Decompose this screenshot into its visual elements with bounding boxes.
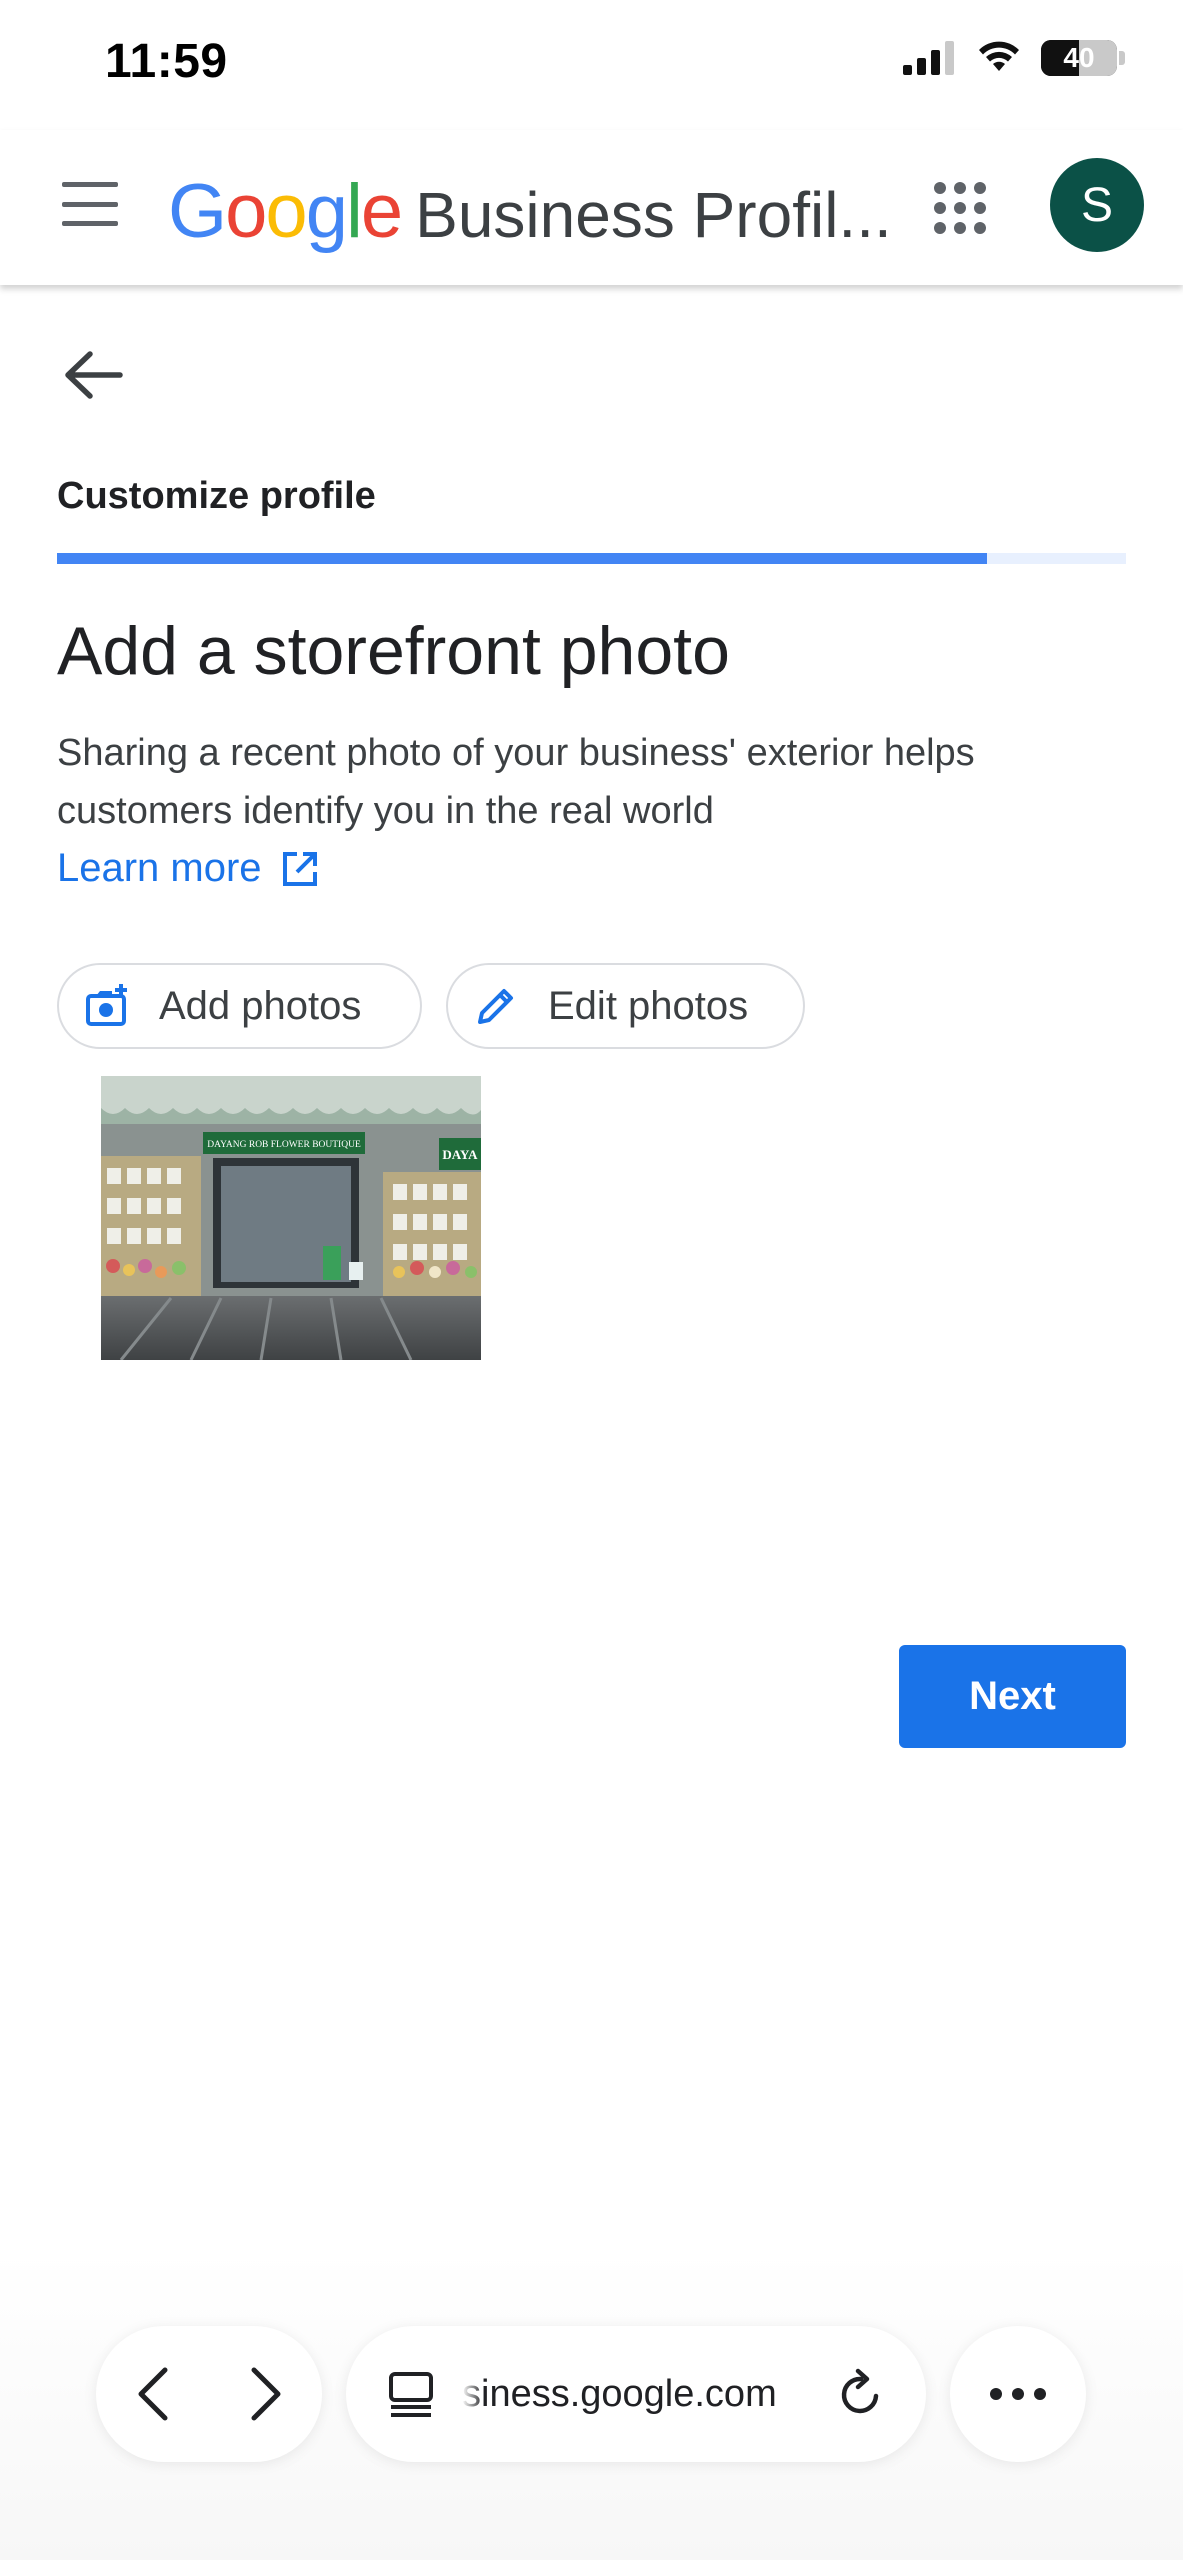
reload-icon[interactable] — [836, 2368, 886, 2420]
back-arrow-icon[interactable] — [58, 345, 128, 405]
storefront-photo[interactable]: DAYANG ROB FLOWER BOUTIQUE DAYA — [101, 1076, 481, 1360]
app-header: Google Business Profil... S — [0, 130, 1183, 285]
browser-nav-controls — [96, 2326, 322, 2462]
pencil-icon — [478, 989, 513, 1024]
next-button[interactable]: Next — [899, 1645, 1126, 1748]
progress-fill — [57, 553, 988, 564]
photo-side-sign-text: DAYA — [442, 1147, 478, 1162]
learn-more-link[interactable]: Learn more — [57, 846, 320, 891]
url-text: siness.google.com — [462, 2372, 777, 2415]
tab-overview-icon[interactable] — [386, 2369, 436, 2419]
add-photo-icon — [86, 984, 127, 1026]
product-name: Business Profil... — [415, 179, 892, 251]
chevron-right-icon[interactable] — [236, 2364, 296, 2424]
edit-photos-label: Edit photos — [548, 983, 749, 1028]
brand[interactable]: Google Business Profil... — [168, 168, 892, 255]
status-icons: 40 — [903, 40, 1125, 76]
add-photos-button[interactable]: Add photos — [57, 963, 422, 1049]
apps-grid-icon[interactable] — [934, 182, 986, 234]
step-label: Customize profile — [57, 475, 376, 517]
battery-level: 40 — [1063, 42, 1095, 73]
battery-icon: 40 — [1041, 40, 1117, 76]
page-description: Sharing a recent photo of your business'… — [57, 732, 975, 832]
wifi-icon — [979, 41, 1019, 71]
learn-more-label: Learn more — [57, 846, 262, 890]
page-title: Add a storefront photo — [57, 613, 730, 689]
status-time: 11:59 — [105, 35, 228, 88]
google-logo: Google — [168, 169, 403, 254]
chevron-left-icon[interactable] — [123, 2364, 183, 2424]
edit-photos-button[interactable]: Edit photos — [446, 963, 805, 1049]
more-horizontal-icon — [990, 2388, 1046, 2400]
cellular-signal-icon — [903, 41, 954, 75]
add-photos-label: Add photos — [159, 983, 362, 1028]
progress-bar — [57, 553, 1126, 564]
more-button[interactable] — [950, 2326, 1086, 2462]
address-bar[interactable]: siness.google.com — [346, 2326, 926, 2462]
avatar[interactable]: S — [1050, 158, 1144, 252]
photo-sign-text: DAYANG ROB FLOWER BOUTIQUE — [207, 1140, 361, 1150]
open-in-new-icon — [282, 851, 317, 886]
menu-icon[interactable] — [62, 182, 118, 226]
